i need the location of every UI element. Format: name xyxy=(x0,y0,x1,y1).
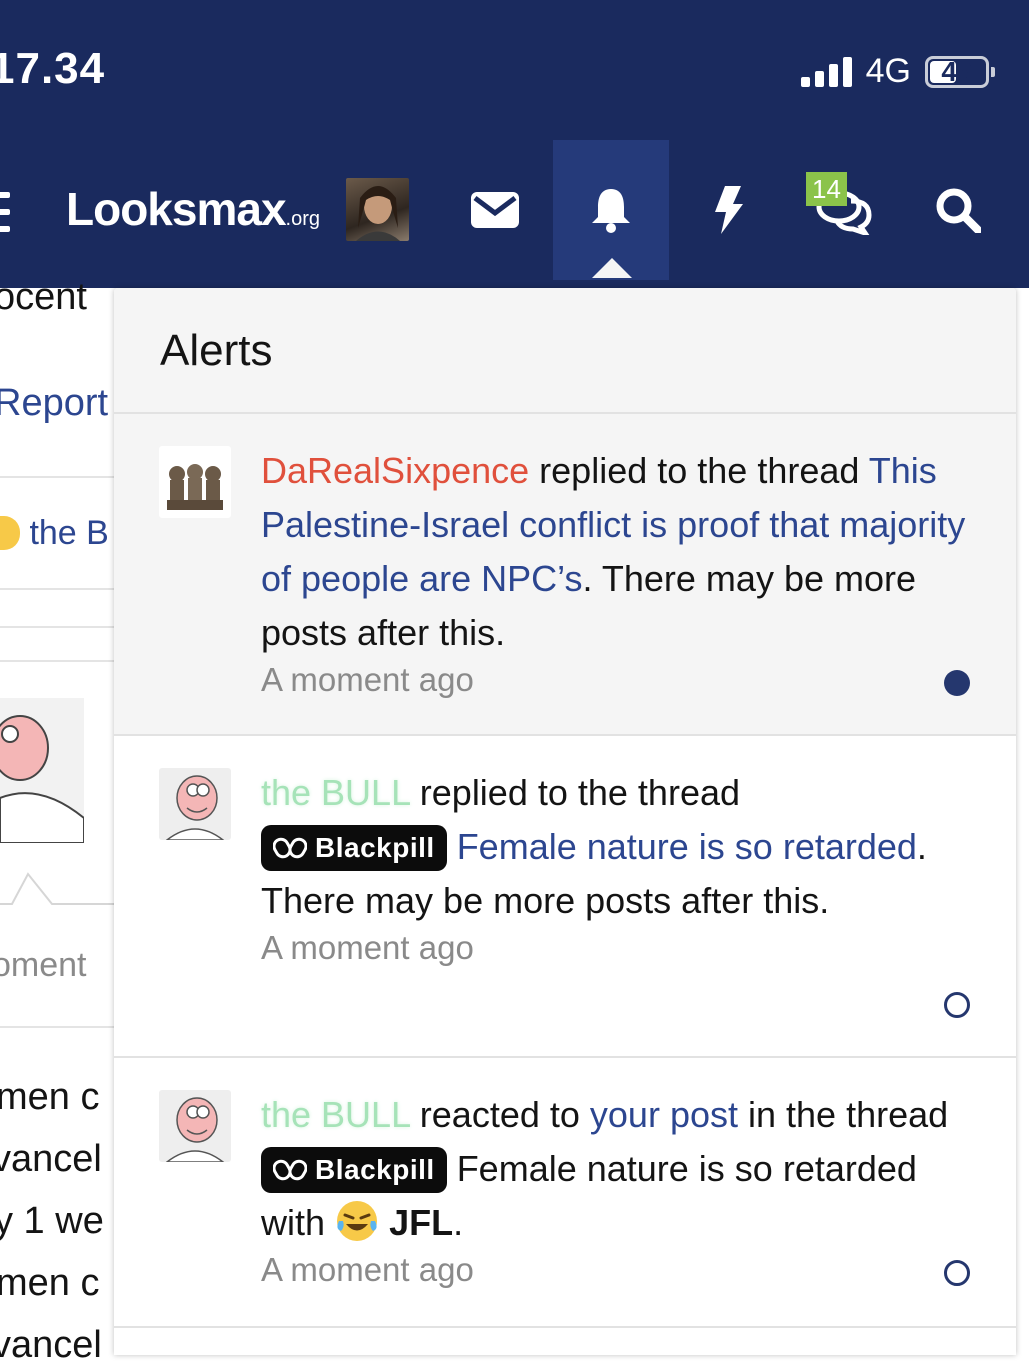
bg-fragment-7: y 1 we xyxy=(0,1200,104,1242)
alert-username[interactable]: the BULL xyxy=(261,772,410,813)
thread-prefix-badge[interactable]: Blackpill xyxy=(261,825,447,871)
alert-action-2: in the thread xyxy=(748,1094,949,1135)
bg-tooltip-arrow xyxy=(0,870,114,906)
bg-divider xyxy=(0,660,114,662)
bg-divider xyxy=(0,626,114,628)
thread-prefix-label: Blackpill xyxy=(315,832,435,863)
alert-suffix: . xyxy=(453,1202,464,1243)
status-indicators: 4G 49 xyxy=(800,52,995,91)
alert-avatar[interactable] xyxy=(159,768,231,840)
alert-time: A moment ago xyxy=(261,1251,474,1288)
alerts-title: Alerts xyxy=(160,326,273,375)
bg-report-link[interactable]: Report xyxy=(0,382,108,425)
bg-reaction-fragment[interactable]: the B xyxy=(0,514,109,553)
alert-avatar[interactable] xyxy=(159,1090,231,1162)
bg-fragment-4: oment xyxy=(0,946,87,984)
bg-fragment-6: vancel xyxy=(0,1138,102,1180)
envelope-icon xyxy=(471,192,519,228)
bolt-icon xyxy=(715,186,743,234)
signal-icon xyxy=(800,56,852,87)
search-button[interactable] xyxy=(900,140,1016,280)
alert-action: replied to the thread xyxy=(539,450,860,491)
mark-read-toggle[interactable] xyxy=(944,1260,970,1286)
bell-icon xyxy=(592,189,630,233)
alert-action: reacted to xyxy=(419,1094,580,1135)
conversations-button[interactable] xyxy=(786,140,902,280)
bg-fragment-9: vancel xyxy=(0,1324,102,1366)
inbox-button[interactable] xyxy=(437,140,553,280)
logo-suffix: .org xyxy=(285,208,320,230)
whats-new-button[interactable] xyxy=(670,140,786,280)
alert-text: the BULL replied to the thread Blackpill… xyxy=(261,766,968,928)
laughing-crying-emoji-icon xyxy=(337,1201,378,1241)
bg-fragment-8: men c xyxy=(0,1262,100,1304)
alert-item[interactable]: DaRealSixpence replied to the thread Thi… xyxy=(114,414,1016,736)
search-icon xyxy=(936,188,981,233)
alerts-header: Alerts xyxy=(114,288,1016,414)
alert-thread-link[interactable]: Female nature is so retarded xyxy=(457,826,917,867)
pill-icon xyxy=(273,1159,307,1181)
logo-text: Looksmax xyxy=(66,183,287,235)
alert-action: replied to the thread xyxy=(419,772,741,813)
alerts-panel: Alerts DaRealSixpence replied to the thr… xyxy=(114,288,1016,1355)
bg-emoji-icon xyxy=(0,516,20,550)
alert-item[interactable]: the BULL reacted to your post in the thr… xyxy=(114,1058,1016,1328)
your-post-link[interactable]: your post xyxy=(590,1094,738,1135)
alert-username[interactable]: DaRealSixpence xyxy=(261,450,529,491)
alert-item[interactable]: the BULL replied to the thread Blackpill… xyxy=(114,736,1016,1058)
status-time: 17.34 xyxy=(0,44,106,93)
bg-divider xyxy=(0,476,114,478)
alert-avatar[interactable] xyxy=(159,446,231,518)
thread-prefix-label: Blackpill xyxy=(315,1154,435,1185)
site-logo[interactable]: Looksmax.org xyxy=(66,182,320,236)
bg-fragment-5: men c xyxy=(0,1076,100,1118)
reaction-name: JFL xyxy=(389,1202,454,1243)
alert-time: A moment ago xyxy=(261,929,474,966)
user-avatar[interactable] xyxy=(346,178,409,241)
alert-text: the BULL reacted to your post in the thr… xyxy=(261,1088,968,1250)
bg-divider xyxy=(0,588,114,590)
mark-read-toggle[interactable] xyxy=(944,992,970,1018)
alert-username[interactable]: the BULL xyxy=(261,1094,410,1135)
alert-time: A moment ago xyxy=(261,661,474,698)
bg-fragment-1: ocent xyxy=(0,276,87,318)
bg-fragment-3: the B xyxy=(29,514,109,552)
thread-prefix-badge[interactable]: Blackpill xyxy=(261,1147,447,1193)
bg-avatar[interactable] xyxy=(0,698,84,843)
top-bar: 17.34 4G 49 Looksmax.org 14 xyxy=(0,0,1029,288)
menu-icon[interactable] xyxy=(0,192,10,232)
battery-percent: 49 xyxy=(941,55,973,87)
bg-divider xyxy=(0,1026,114,1028)
main-nav: Looksmax.org 14 xyxy=(0,140,1029,288)
alert-text: DaRealSixpence replied to the thread Thi… xyxy=(261,444,968,660)
dropdown-caret xyxy=(592,258,632,278)
battery-icon: 49 xyxy=(925,55,995,88)
conversations-badge: 14 xyxy=(806,172,847,206)
mark-read-toggle[interactable] xyxy=(944,670,970,696)
pill-icon xyxy=(273,837,307,859)
network-type: 4G xyxy=(865,52,911,90)
